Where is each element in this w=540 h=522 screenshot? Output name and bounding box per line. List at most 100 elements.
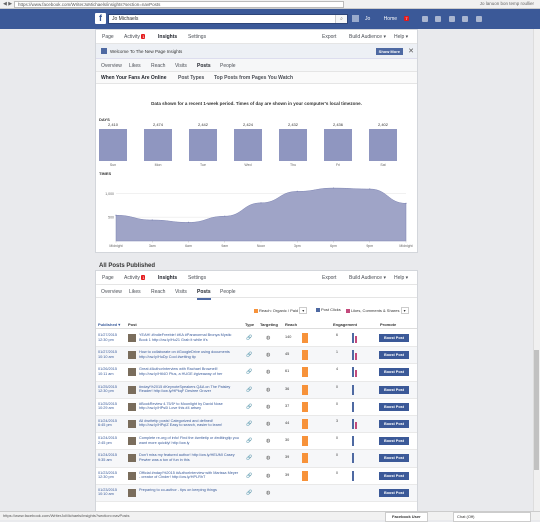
- tab-posts[interactable]: Posts: [197, 289, 211, 300]
- privacy-lock-icon[interactable]: [462, 15, 469, 22]
- messages-icon[interactable]: [435, 15, 442, 22]
- post-text[interactable]: #nday!%2015 #KeynoteSpeakers Q&A on The …: [139, 385, 239, 395]
- boost-post-button[interactable]: Boost Post: [379, 454, 409, 463]
- post-thumbnail[interactable]: [128, 351, 136, 360]
- facebook-logo-icon[interactable]: f: [95, 13, 106, 24]
- post-text[interactable]: YEAH! #IndieFreebie! #KA #Paranormal Bro…: [139, 333, 239, 343]
- tab-people[interactable]: People: [220, 63, 236, 69]
- search-input[interactable]: Jo Michaels ⌕: [108, 14, 348, 24]
- boost-post-button[interactable]: Boost Post: [379, 437, 409, 446]
- engagement-dropdown[interactable]: ▾: [400, 307, 409, 314]
- tab-likes[interactable]: Likes: [129, 63, 141, 69]
- post-text[interactable]: #BookReview 4.75/5* to Moonlight by Davi…: [139, 402, 239, 412]
- post-thumbnail[interactable]: [128, 368, 136, 377]
- tab-visits[interactable]: Visits: [175, 289, 187, 295]
- all-posts-panel: Page Activity 1 Insights Settings Export…: [95, 270, 418, 520]
- post-text[interactable]: Complete re-org of info! Find the #write…: [139, 436, 239, 446]
- settings-chevron-icon[interactable]: [475, 15, 482, 22]
- boost-post-button[interactable]: Boost Post: [379, 385, 409, 394]
- menu-page[interactable]: Page: [102, 34, 114, 40]
- menu-page[interactable]: Page: [102, 275, 114, 281]
- show-more-button[interactable]: Show More: [375, 48, 403, 55]
- reach-dropdown[interactable]: ▾: [299, 307, 308, 314]
- post-date[interactable]: 01/24/2015 6:45 pm: [98, 419, 117, 428]
- public-globe-icon: ◍: [266, 403, 271, 410]
- post-text[interactable]: Official #nday!%2015 #AuthorInterview wi…: [139, 471, 239, 481]
- tab-reach[interactable]: Reach: [151, 63, 165, 69]
- profile-link[interactable]: Jo: [352, 15, 376, 22]
- boost-post-button[interactable]: Boost Post: [379, 351, 409, 360]
- menu-insights[interactable]: Insights: [158, 34, 177, 40]
- tab-people[interactable]: People: [220, 289, 236, 295]
- timezone-notice: Data shown for a recent 1-week period. T…: [151, 101, 362, 106]
- menu-insights[interactable]: Insights: [158, 275, 177, 281]
- tab-overview[interactable]: Overview: [101, 289, 122, 295]
- menu-export[interactable]: Export: [322, 275, 336, 281]
- post-thumbnail[interactable]: [128, 454, 136, 463]
- engagement-value: 0: [336, 453, 338, 458]
- reach-bar: [302, 384, 308, 395]
- col-type: Type: [245, 322, 255, 327]
- link-type-icon: 🔗: [246, 335, 253, 341]
- post-date[interactable]: 01/24/2015 9:35 am: [98, 453, 117, 462]
- menu-export[interactable]: Export: [322, 34, 336, 40]
- search-icon[interactable]: ⌕: [335, 15, 347, 23]
- menu-build-audience[interactable]: Build Audience ▾: [349, 34, 386, 40]
- post-thumbnail[interactable]: [128, 437, 136, 446]
- post-thumbnail[interactable]: [128, 488, 136, 497]
- friend-requests-icon[interactable]: [422, 15, 429, 22]
- browser-tab-text[interactable]: Jo lanuon bon temp roullier: [480, 1, 534, 6]
- notifications-icon[interactable]: [448, 15, 455, 22]
- post-thumbnail[interactable]: [128, 471, 136, 480]
- post-text[interactable]: How to collaborate on #GoogleDrive using…: [139, 350, 239, 360]
- post-date[interactable]: 01/24/2015 2:45 pm: [98, 436, 117, 445]
- tab-visits[interactable]: Visits: [175, 63, 187, 69]
- menu-activity[interactable]: Activity 1: [124, 275, 146, 281]
- post-date[interactable]: 01/25/2015 10:29 am: [98, 402, 117, 411]
- tab-post-types[interactable]: Post Types: [178, 75, 204, 81]
- tab-reach[interactable]: Reach: [151, 289, 165, 295]
- post-date[interactable]: 01/27/2015 12:30 pm: [98, 333, 117, 342]
- clicks-bar: [352, 453, 354, 464]
- menu-help[interactable]: Help ▾: [394, 34, 408, 40]
- post-thumbnail[interactable]: [128, 402, 136, 411]
- post-thumbnail[interactable]: [128, 385, 136, 394]
- scrollbar-thumb[interactable]: [534, 350, 539, 470]
- post-date[interactable]: 01/26/2015 10:11 am: [98, 367, 117, 376]
- post-text[interactable]: Don't miss my featured author! http://ow…: [139, 453, 239, 463]
- post-thumbnail[interactable]: [128, 334, 136, 342]
- menu-settings[interactable]: Settings: [188, 275, 206, 281]
- address-bar[interactable]: https://www.facebook.com/WriterJoMichael…: [14, 1, 344, 8]
- tab-likes[interactable]: Likes: [129, 289, 141, 295]
- post-text[interactable]: Preparing to co-author - tips on keeping…: [139, 488, 239, 498]
- tab-overview[interactable]: Overview: [101, 63, 122, 69]
- day-bar: [189, 129, 217, 161]
- post-thumbnail[interactable]: [128, 419, 136, 428]
- menu-help[interactable]: Help ▾: [394, 275, 408, 281]
- table-row: 01/27/2015 12:30 pm YEAH! #IndieFreebie! #…: [96, 330, 417, 348]
- post-date[interactable]: 01/27/2015 10:10 am: [98, 350, 117, 359]
- boost-post-button[interactable]: Boost Post: [379, 419, 409, 428]
- chat-tab[interactable]: Chat (Off): [453, 512, 531, 522]
- close-icon[interactable]: ✕: [408, 47, 414, 55]
- menu-build-audience[interactable]: Build Audience ▾: [349, 275, 386, 281]
- post-date[interactable]: 01/23/2015 12:30 pm: [98, 471, 117, 480]
- boost-post-button[interactable]: Boost Post: [379, 488, 409, 497]
- col-published[interactable]: Published ▾: [98, 322, 120, 327]
- link-type-icon: 🔗: [246, 489, 253, 496]
- post-date[interactable]: 01/23/2015 10:10 am: [98, 488, 117, 497]
- boost-post-button[interactable]: Boost Post: [379, 471, 409, 480]
- tab-when-fans-online[interactable]: When Your Fans Are Online: [101, 75, 166, 81]
- post-text[interactable]: Great #AuthorInterview with Rachael Brow…: [139, 367, 239, 377]
- engagement-value: 0: [336, 384, 338, 389]
- facebook-user-tab[interactable]: Facebook User: [385, 512, 428, 522]
- post-date[interactable]: 01/25/2015 12:30 pm: [98, 385, 117, 394]
- boost-post-button[interactable]: Boost Post: [379, 402, 409, 411]
- post-text[interactable]: All #writetip posts! Categorized and def…: [139, 419, 239, 429]
- tab-top-posts[interactable]: Top Posts from Pages You Watch: [214, 75, 293, 81]
- boost-post-button[interactable]: Boost Post: [379, 368, 409, 377]
- home-link[interactable]: Home 7: [384, 15, 415, 22]
- menu-settings[interactable]: Settings: [188, 34, 206, 40]
- boost-post-button[interactable]: Boost Post: [379, 334, 409, 342]
- menu-activity[interactable]: Activity 1: [124, 34, 146, 40]
